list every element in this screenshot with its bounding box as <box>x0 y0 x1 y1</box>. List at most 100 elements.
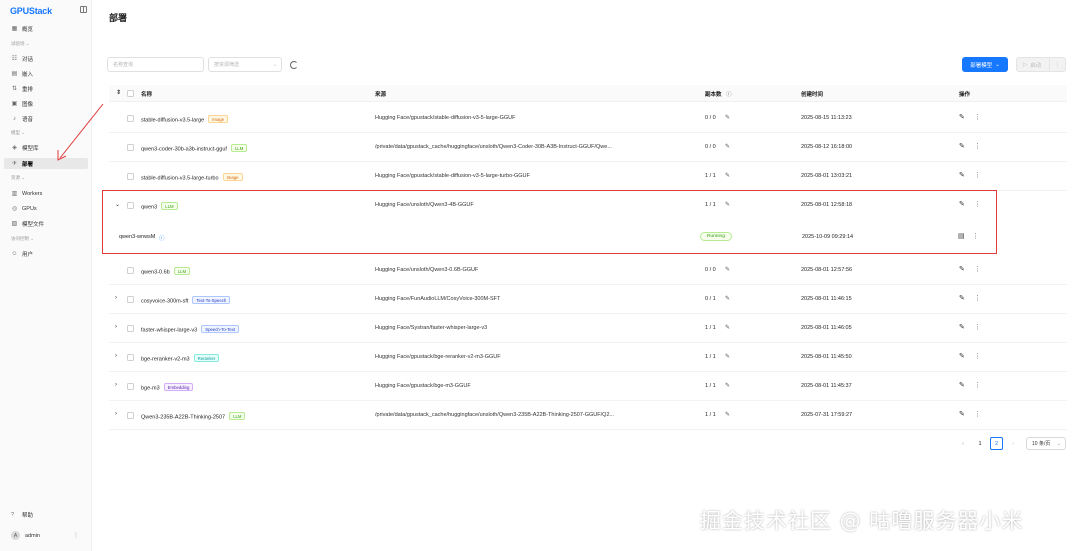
nav-group-models[interactable]: 模型 <box>11 130 25 136</box>
help-link[interactable]: ? 帮助 <box>4 509 88 520</box>
row-checkbox[interactable] <box>127 383 134 390</box>
row-checkbox[interactable] <box>127 267 134 274</box>
sidebar-item-workers[interactable]: ▥ Workers <box>4 188 88 199</box>
search-input[interactable]: 名称查询 <box>107 57 204 72</box>
more-vertical-icon[interactable]: ⋮ <box>1050 57 1066 72</box>
edit-icon[interactable]: ✎ <box>725 266 730 273</box>
edit-icon[interactable]: ✎ <box>725 114 730 121</box>
app-logo: GPUStack <box>10 6 52 16</box>
row-name[interactable]: bge-reranker-v2-m3 Reranker <box>141 354 220 363</box>
help-label: 帮助 <box>22 512 34 519</box>
edit-icon[interactable]: ✎ <box>959 142 965 150</box>
page-1-button[interactable]: 1 <box>974 437 986 450</box>
next-page-button[interactable]: › <box>1008 437 1018 450</box>
row-checkbox[interactable] <box>127 354 134 361</box>
server-icon: ▥ <box>11 191 18 197</box>
sidebar-collapse-icon[interactable] <box>80 6 87 13</box>
page-2-button[interactable]: 2 <box>990 437 1003 450</box>
sidebar-item-model-catalog[interactable]: ◈ 模型库 <box>4 142 88 153</box>
row-name[interactable]: cosyvoice-300m-sft Text-To-Speech <box>141 296 231 305</box>
chevron-down-icon: ⌄ <box>1056 440 1061 447</box>
edit-icon[interactable]: ✎ <box>959 113 965 121</box>
row-name[interactable]: qwen3-0.6b LLM <box>141 267 191 276</box>
row-name[interactable]: bge-m3 Embedding <box>141 383 194 392</box>
table-row: qwen3-coder-30b-a3b-instruct-gguf LLM/pri… <box>109 133 1067 162</box>
edit-icon[interactable]: ✎ <box>725 353 730 360</box>
more-vertical-icon[interactable]: ⋮ <box>974 142 981 150</box>
column-created[interactable]: 创建时间 <box>801 90 823 98</box>
sidebar-item-users[interactable]: ☺ 用户 <box>4 248 88 259</box>
nav-group-access-control[interactable]: 访问控制 <box>11 236 34 242</box>
nav-group-resources[interactable]: 资源 <box>11 175 25 181</box>
edit-icon[interactable]: ✎ <box>725 382 730 389</box>
sidebar-item-label: GPUs <box>22 205 37 212</box>
deploy-model-button[interactable]: 部署模型 ⌄ <box>962 57 1008 72</box>
chevron-right-icon[interactable]: › <box>115 382 117 388</box>
chevron-right-icon[interactable]: › <box>115 411 117 417</box>
more-vertical-icon[interactable]: ⋮ <box>974 265 981 273</box>
sidebar-item-embedding[interactable]: ▤ 嵌入 <box>4 68 88 79</box>
more-vertical-icon[interactable]: ⋮ <box>974 352 981 360</box>
row-name[interactable]: stable-diffusion-v3.5-large-turbo Image <box>141 173 243 182</box>
row-checkbox[interactable] <box>127 325 134 332</box>
more-vertical-icon[interactable]: ⋮ <box>73 532 79 539</box>
more-vertical-icon[interactable]: ⋮ <box>974 410 981 418</box>
sidebar-item-rerank[interactable]: ⇅ 重排 <box>4 83 88 94</box>
sidebar-item-deployments[interactable]: ✈ 部署 <box>4 158 88 169</box>
edit-icon[interactable]: ✎ <box>725 143 730 150</box>
more-vertical-icon[interactable]: ⋮ <box>974 323 981 331</box>
chevron-right-icon[interactable]: › <box>115 353 117 359</box>
prev-page-button[interactable]: ‹ <box>958 437 968 450</box>
more-vertical-icon[interactable]: ⋮ <box>974 294 981 302</box>
row-name[interactable]: faster-whisper-large-v3 Speech-To-Text <box>141 325 240 334</box>
sidebar-item-label: 模型文件 <box>22 221 45 228</box>
row-source: Hugging Face/gpustack/stable-diffusion-v… <box>375 173 530 179</box>
edit-icon[interactable]: ✎ <box>959 171 965 179</box>
edit-icon[interactable]: ✎ <box>959 323 965 331</box>
edit-icon[interactable]: ✎ <box>725 172 730 179</box>
model-name: stable-diffusion-v3.5-large <box>141 117 205 124</box>
start-button[interactable]: ▷ 启动 <box>1016 57 1050 72</box>
more-vertical-icon[interactable]: ⋮ <box>974 171 981 179</box>
row-checkbox[interactable] <box>127 144 134 151</box>
refresh-icon[interactable] <box>290 61 298 69</box>
row-checkbox[interactable] <box>127 115 134 122</box>
row-name[interactable]: qwen3-coder-30b-a3b-instruct-gguf LLM <box>141 144 248 153</box>
sidebar-item-audio[interactable]: ♪ 语音 <box>4 113 88 124</box>
chevron-right-icon[interactable]: › <box>115 324 117 330</box>
model-name: cosyvoice-300m-sft <box>141 298 189 305</box>
user-menu[interactable]: Aadmin ⋮ <box>4 530 88 541</box>
row-checkbox[interactable] <box>127 412 134 419</box>
sidebar-item-image[interactable]: ▣ 图像 <box>4 98 88 109</box>
select-all-checkbox[interactable] <box>127 90 134 97</box>
more-vertical-icon[interactable]: ⋮ <box>974 113 981 121</box>
edit-icon[interactable]: ✎ <box>959 410 965 418</box>
edit-icon[interactable]: ✎ <box>959 294 965 302</box>
row-name[interactable]: stable-diffusion-v3.5-large Image <box>141 115 229 124</box>
edit-icon[interactable]: ✎ <box>725 295 730 302</box>
sidebar-item-chat[interactable]: ☷ 对话 <box>4 53 88 64</box>
sidebar-item-overview[interactable]: ▦ 概览 <box>4 23 88 34</box>
column-name[interactable]: 名称 <box>141 90 152 98</box>
nav-group-playground[interactable]: 试验场 <box>11 41 30 47</box>
chevron-right-icon[interactable]: › <box>115 295 117 301</box>
sidebar-item-gpus[interactable]: ◎ GPUs <box>4 203 88 214</box>
sidebar-item-model-files[interactable]: ▧ 模型文件 <box>4 218 88 229</box>
edit-icon[interactable]: ✎ <box>959 265 965 273</box>
dashboard-icon: ▦ <box>11 26 18 32</box>
sidebar-item-label: 用户 <box>22 251 34 258</box>
row-checkbox[interactable] <box>127 296 134 303</box>
resource-filter-select[interactable]: 按资源筛选 ⌄ <box>208 57 282 72</box>
row-created: 2025-08-01 11:45:37 <box>801 383 852 389</box>
edit-icon[interactable]: ✎ <box>725 324 730 331</box>
edit-icon[interactable]: ✎ <box>959 352 965 360</box>
page-size-select[interactable]: 10 条/页 ⌄ <box>1026 437 1066 450</box>
expand-all-icon[interactable]: ⇕ <box>116 89 121 96</box>
edit-icon[interactable]: ✎ <box>959 381 965 389</box>
table-row: › faster-whisper-large-v3 Speech-To-Text Hu… <box>109 314 1067 343</box>
edit-icon[interactable]: ✎ <box>725 411 730 418</box>
avatar: A <box>11 531 20 540</box>
more-vertical-icon[interactable]: ⋮ <box>974 381 981 389</box>
row-name[interactable]: Qwen3-235B-A22B-Thinking-2507 LLM <box>141 412 246 421</box>
row-checkbox[interactable] <box>127 173 134 180</box>
